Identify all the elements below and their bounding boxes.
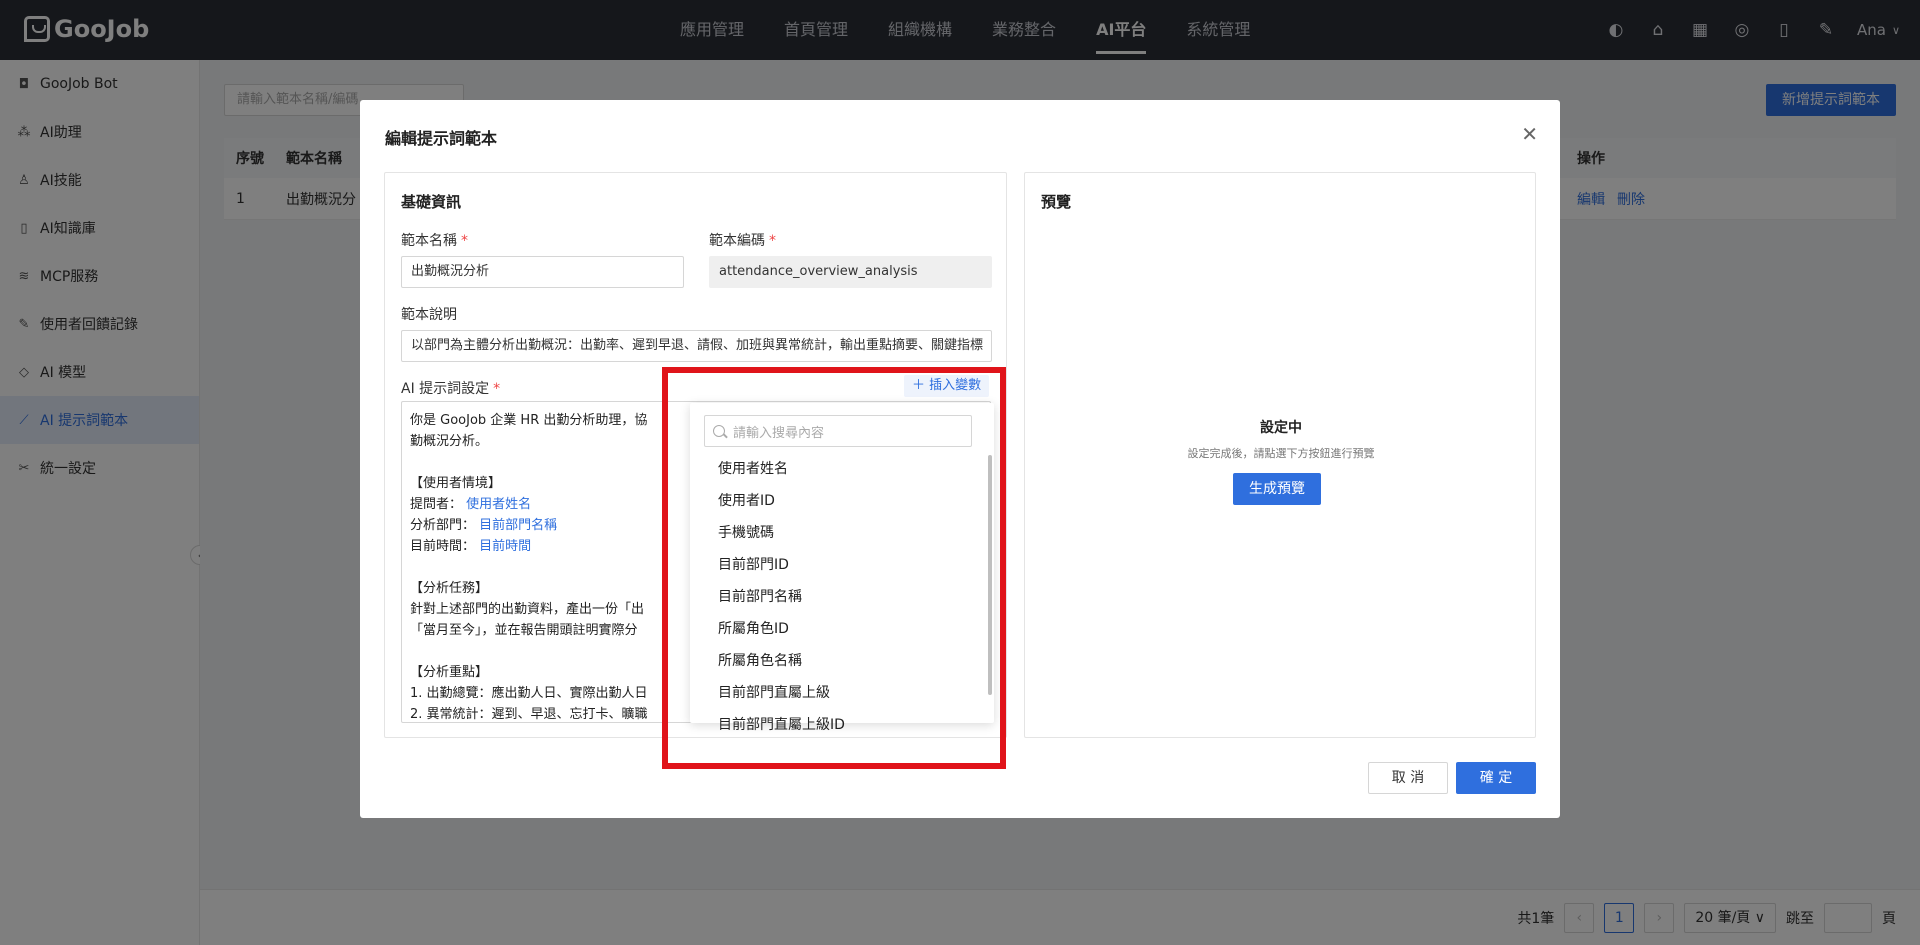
variable-tag: 目前部門名稱 [479, 518, 558, 533]
cancel-button[interactable]: 取 消 [1368, 762, 1448, 794]
preview-status: 設定中 [1260, 420, 1302, 436]
variable-tag: 目前時間 [479, 539, 532, 554]
prompt-label: AI 提示詞設定 * [401, 381, 501, 397]
preview-panel: 預覽 設定中 設定完成後，請點選下方按鈕進行預覽 生成預覽 [1024, 172, 1536, 738]
modal-title: 編輯提示詞範本 [385, 129, 498, 148]
preview-title: 預覽 [1041, 193, 1072, 211]
close-icon[interactable]: ✕ [1521, 122, 1538, 146]
basic-info-title: 基礎資訊 [401, 193, 462, 211]
name-field[interactable]: 出勤概況分析 [401, 256, 684, 288]
annotation-highlight-box [662, 367, 1006, 769]
name-label: 範本名稱 * [401, 233, 468, 249]
desc-label: 範本說明 [401, 307, 457, 323]
preview-hint: 設定完成後，請點選下方按鈕進行預覽 [1187, 447, 1375, 460]
confirm-button[interactable]: 確 定 [1456, 762, 1536, 794]
generate-preview-button[interactable]: 生成預覽 [1233, 473, 1321, 505]
code-label: 範本編碼 * [709, 233, 776, 249]
code-field: attendance_overview_analysis [709, 256, 992, 288]
variable-tag: 使用者姓名 [466, 497, 532, 512]
description-field[interactable]: 以部門為主體分析出勤概況：出勤率、遲到早退、請假、加班與異常統計，輸出重點摘要、… [401, 330, 992, 362]
